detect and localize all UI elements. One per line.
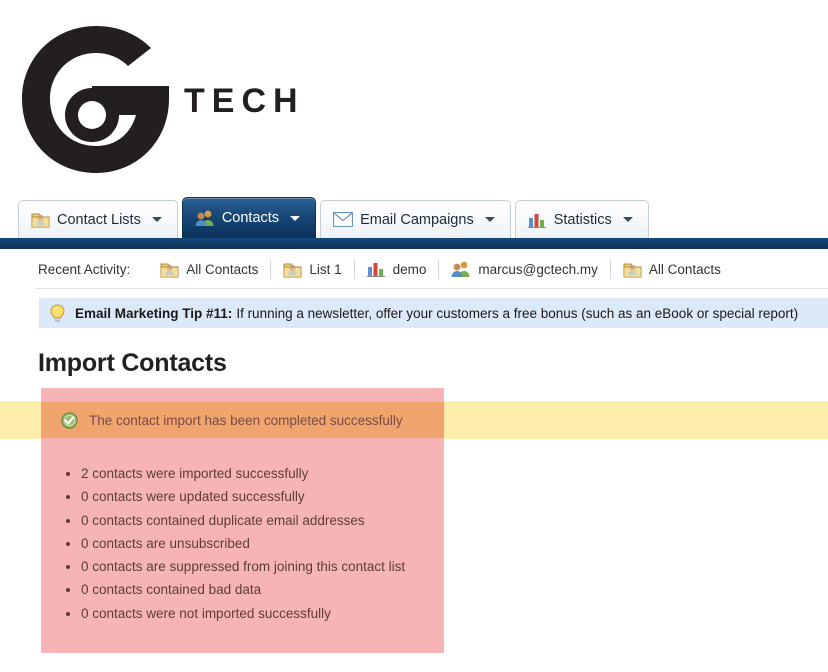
main-nav-tabbar: Contact Lists Contacts Email Campaigns S…: [0, 192, 828, 240]
list-item: 0 contacts were updated successfully: [81, 485, 444, 508]
recent-item-all-contacts-2[interactable]: All Contacts: [611, 259, 733, 279]
chevron-down-icon[interactable]: [484, 217, 495, 222]
recent-activity-label: Recent Activity:: [38, 261, 131, 277]
contact-list-icon: [283, 261, 302, 278]
list-item: 0 contacts are suppressed from joining t…: [81, 555, 444, 578]
lightbulb-icon: [49, 303, 66, 323]
tab-email-campaigns[interactable]: Email Campaigns: [320, 200, 511, 238]
recent-activity-divider: [36, 288, 828, 289]
tab-label: Contacts: [221, 210, 280, 226]
recent-item-marcus-contact[interactable]: marcus@gctech.my: [439, 259, 611, 279]
list-item: 2 contacts were imported successfully: [81, 462, 444, 485]
recent-item-label: List 1: [309, 261, 342, 277]
recent-item-label: All Contacts: [648, 261, 721, 277]
brand-header: TECH: [0, 0, 828, 192]
tab-statistics[interactable]: Statistics: [514, 200, 649, 238]
recent-item-all-contacts-1[interactable]: All Contacts: [148, 259, 272, 279]
tab-label: Email Campaigns: [360, 211, 474, 228]
recent-item-label: All Contacts: [186, 261, 259, 277]
contact-list-icon: [623, 261, 642, 278]
contact-list-icon: [160, 261, 179, 278]
bar-chart-icon: [366, 261, 386, 278]
import-status-banner: The contact import has been completed su…: [41, 402, 444, 438]
tip-title: Email Marketing Tip #11:: [75, 305, 233, 321]
gtech-g-logo-icon: [18, 22, 178, 177]
chevron-down-icon[interactable]: [622, 217, 633, 222]
list-item: 0 contacts contained bad data: [81, 578, 444, 601]
import-summary-list: 2 contacts were imported successfully 0 …: [41, 462, 444, 625]
tip-body: If running a newsletter, offer your cust…: [236, 305, 799, 321]
email-marketing-tip-bar: Email Marketing Tip #11: If running a new…: [39, 298, 828, 328]
green-check-circle-icon: [61, 411, 78, 429]
tip-content: Email Marketing Tip #11: If running a new…: [75, 306, 798, 321]
recent-item-label: marcus@gctech.my: [478, 261, 598, 277]
tab-contact-lists[interactable]: Contact Lists: [18, 200, 178, 238]
contact-list-icon: [31, 211, 50, 228]
nav-accent-bar: [0, 238, 828, 249]
tab-label: Contact Lists: [57, 211, 141, 228]
brand-wordmark: TECH: [184, 82, 305, 120]
chevron-down-icon[interactable]: [151, 217, 162, 222]
app-page: TECH Contact Lists Contacts Email Campai…: [0, 0, 828, 672]
list-item: 0 contacts contained duplicate email add…: [81, 509, 444, 532]
list-item: 0 contacts were not imported successfull…: [81, 602, 444, 625]
contacts-people-icon: [451, 260, 471, 278]
tab-label: Statistics: [553, 211, 612, 228]
recent-item-label: demo: [392, 261, 427, 277]
recent-item-list-1[interactable]: List 1: [271, 259, 355, 279]
chevron-down-icon[interactable]: [290, 215, 301, 221]
page-title: Import Contacts: [38, 349, 227, 377]
recent-activity-bar: Recent Activity: All Contacts List 1 dem…: [18, 253, 828, 285]
recent-item-demo[interactable]: demo: [355, 259, 440, 279]
list-item: 0 contacts are unsubscribed: [81, 532, 444, 555]
envelope-icon: [332, 211, 354, 228]
contacts-people-icon: [195, 209, 215, 227]
tab-contacts[interactable]: Contacts: [181, 197, 317, 238]
bar-chart-icon: [527, 212, 547, 228]
import-status-text: The contact import has been completed su…: [89, 412, 403, 428]
